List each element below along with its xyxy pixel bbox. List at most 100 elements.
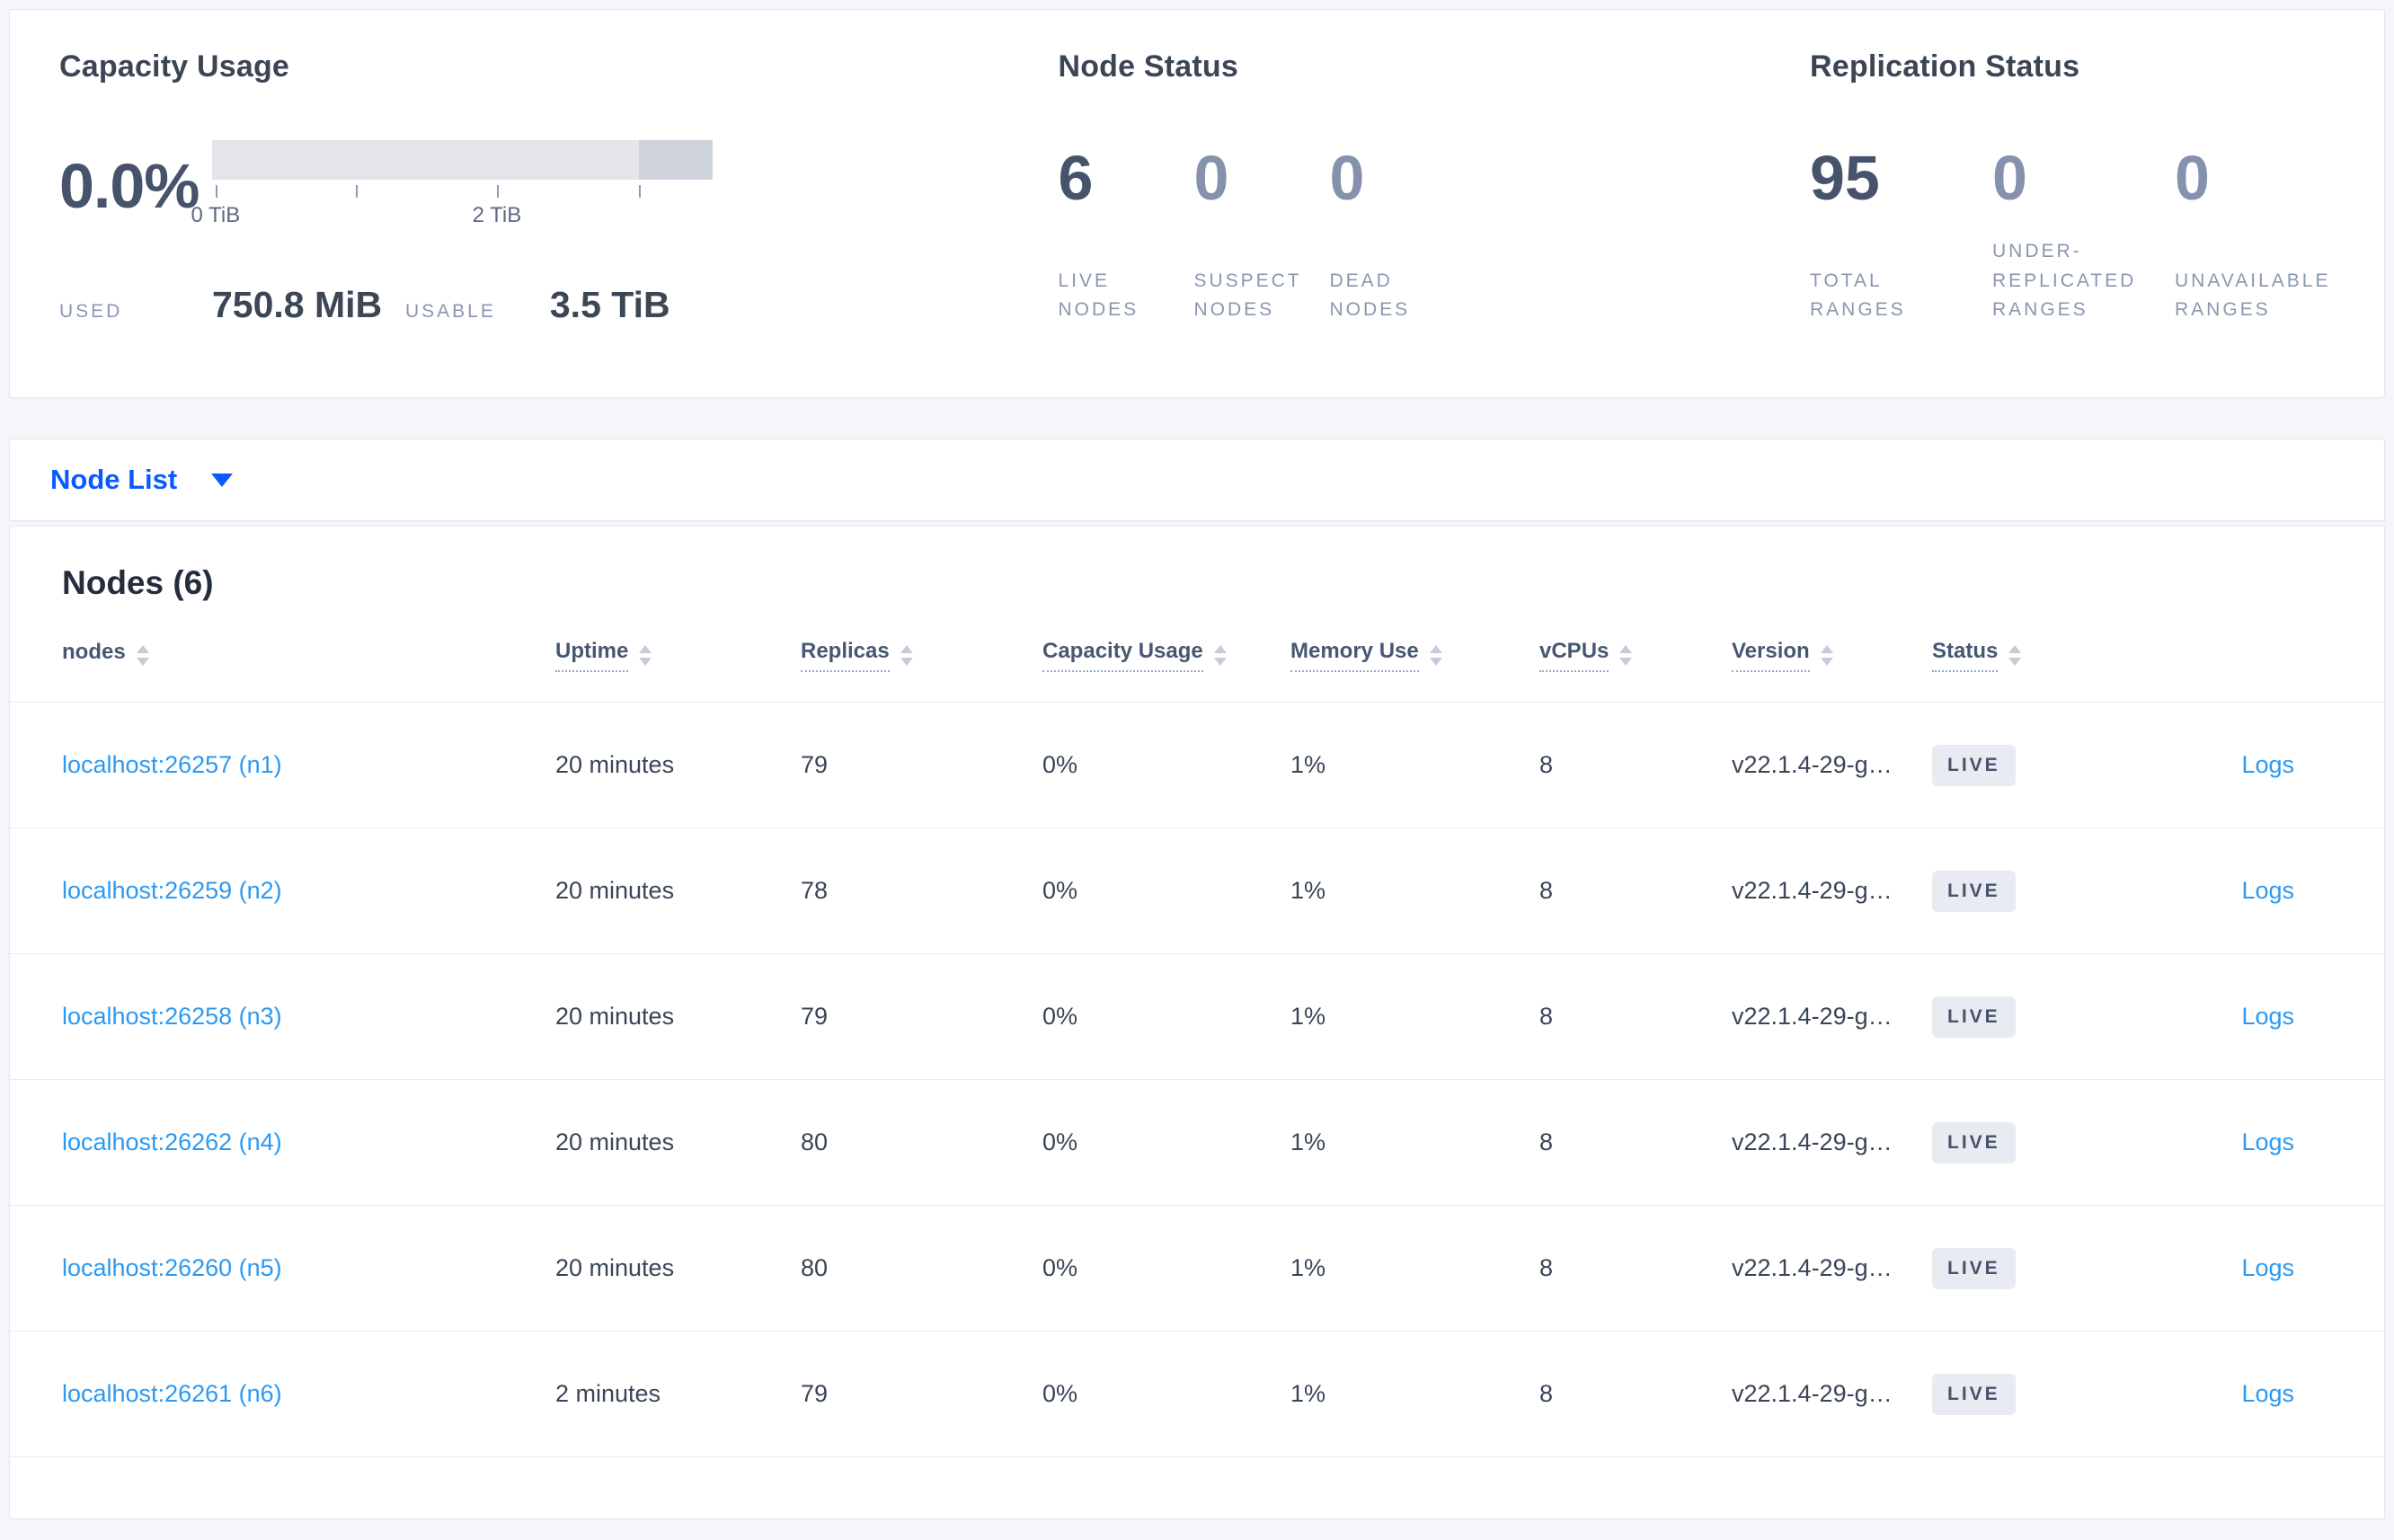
column-header-vcpus[interactable]: vCPUs [1539,639,1732,672]
sort-icon [639,645,652,666]
unavailable-ranges-value: 0 [2175,143,2210,213]
vcpus-cell: 8 [1539,1380,1554,1407]
axis-tick-3 [639,185,642,198]
capacity-cell: 0% [1042,1254,1078,1281]
axis-label-0tib: 0 TiB [191,203,241,227]
sort-icon [1820,645,1833,666]
node-link[interactable]: localhost:26260 (n5) [62,1254,282,1281]
vcpus-cell: 8 [1539,751,1554,778]
table-row: localhost:26262 (n4) 20 minutes 80 0% 1%… [10,1080,2384,1206]
dead-nodes-label: DEAD NODES [1329,270,1411,321]
capacity-percent: 0.0% [59,151,200,221]
node-link[interactable]: localhost:26261 (n6) [62,1380,282,1407]
node-list-dropdown[interactable]: Node List [50,464,234,496]
memory-cell: 1% [1290,1003,1326,1030]
memory-cell: 1% [1290,877,1326,904]
logs-link[interactable]: Logs [2241,877,2294,904]
column-header-memory-use-label: Memory Use [1290,639,1419,672]
table-row: localhost:26259 (n2) 20 minutes 78 0% 1%… [10,828,2384,954]
logs-link[interactable]: Logs [2241,751,2294,778]
column-header-nodes[interactable]: nodes [62,640,555,671]
table-row: localhost:26257 (n1) 20 minutes 79 0% 1%… [10,703,2384,828]
capacity-bar-chart: 0 TiB 2 TiB [191,140,713,232]
capacity-chart: 0.0% 0 TiB 2 TiB [59,140,1058,232]
memory-cell: 1% [1290,1380,1326,1407]
uptime-cell: 20 minutes [555,877,675,904]
replicas-cell: 78 [801,877,829,904]
uptime-cell: 20 minutes [555,751,675,778]
node-link[interactable]: localhost:26257 (n1) [62,751,282,778]
cluster-overview-page: { "summary": { "capacity": { "title": "C… [0,9,2394,1540]
column-header-replicas-label: Replicas [801,639,890,672]
chevron-down-icon [211,473,234,487]
capacity-cell: 0% [1042,1380,1078,1407]
node-link[interactable]: localhost:26262 (n4) [62,1128,282,1155]
version-cell: v22.1.4-29-g… [1732,877,1893,904]
vcpus-cell: 8 [1539,1003,1554,1030]
column-header-version-label: Version [1732,639,1810,672]
table-row: localhost:26260 (n5) 20 minutes 80 0% 1%… [10,1206,2384,1332]
logs-link[interactable]: Logs [2241,1254,2294,1281]
axis-tick-2 [496,185,499,198]
replicas-cell: 80 [801,1128,829,1155]
capacity-cell: 0% [1042,1128,1078,1155]
column-header-replicas[interactable]: Replicas [801,639,1042,672]
replicas-cell: 79 [801,1380,829,1407]
stat-total-ranges: 95 TOTAL RANGES [1810,137,1992,325]
axis-tick-1 [355,185,358,198]
usable-value: 3.5 TiB [549,284,670,325]
node-link[interactable]: localhost:26259 (n2) [62,877,282,904]
column-header-status[interactable]: Status [1932,639,2198,672]
column-header-capacity-usage[interactable]: Capacity Usage [1042,639,1290,672]
node-status-stats: 6 LIVE NODES 0 SUSPECT NODES 0 DEAD NODE… [1058,137,1810,325]
capacity-bar [212,140,713,180]
under-replicated-value: 0 [1992,143,2027,213]
version-cell: v22.1.4-29-g… [1732,1380,1893,1407]
sort-icon [1429,645,1442,666]
stat-dead-nodes: 0 DEAD NODES [1329,137,1465,325]
column-header-version[interactable]: Version [1732,639,1932,672]
capacity-cell: 0% [1042,1003,1078,1030]
status-badge: LIVE [1932,744,2016,786]
sort-icon [1619,645,1633,666]
dead-nodes-value: 0 [1329,143,1365,213]
node-link[interactable]: localhost:26258 (n3) [62,1003,282,1030]
status-badge: LIVE [1932,870,2016,912]
replication-status-section: Replication Status 95 TOTAL RANGES 0 UND… [1810,49,2357,397]
memory-cell: 1% [1290,1254,1326,1281]
stat-under-replicated-ranges: 0 UNDER-REPLICATED RANGES [1992,137,2175,325]
replicas-cell: 80 [801,1254,829,1281]
capacity-axis [212,185,713,199]
logs-link[interactable]: Logs [2241,1380,2294,1407]
axis-tick-0 [215,185,217,198]
sort-icon [1213,645,1227,666]
uptime-cell: 20 minutes [555,1128,675,1155]
total-ranges-value: 95 [1810,143,1880,213]
table-row: localhost:26261 (n6) 2 minutes 79 0% 1% … [10,1332,2384,1457]
replication-status-title: Replication Status [1810,49,2080,84]
live-nodes-label: LIVE NODES [1058,270,1139,321]
vcpus-cell: 8 [1539,877,1554,904]
column-header-vcpus-label: vCPUs [1539,639,1609,672]
version-cell: v22.1.4-29-g… [1732,1128,1893,1155]
total-ranges-label: TOTAL RANGES [1810,270,1906,321]
nodes-table: nodes Uptime Replicas Capacity Usage Mem… [10,609,2384,1457]
version-cell: v22.1.4-29-g… [1732,751,1893,778]
capacity-bar-dark-segment [639,140,713,180]
node-status-title: Node Status [1058,49,1238,84]
logs-link[interactable]: Logs [2241,1003,2294,1030]
version-cell: v22.1.4-29-g… [1732,1254,1893,1281]
vcpus-cell: 8 [1539,1254,1554,1281]
node-status-section: Node Status 6 LIVE NODES 0 SUSPECT NODES… [1058,49,1810,397]
sort-icon [900,645,913,666]
column-header-uptime[interactable]: Uptime [555,639,801,672]
column-header-memory-use[interactable]: Memory Use [1290,639,1539,672]
logs-link[interactable]: Logs [2241,1128,2294,1155]
column-header-nodes-label: nodes [62,640,126,664]
version-cell: v22.1.4-29-g… [1732,1003,1893,1030]
suspect-nodes-label: SUSPECT NODES [1193,270,1302,321]
table-row: localhost:26258 (n3) 20 minutes 79 0% 1%… [10,954,2384,1080]
unavailable-ranges-label: UNAVAILABLE RANGES [2175,270,2331,321]
status-badge: LIVE [1932,1247,2016,1289]
table-header-row: nodes Uptime Replicas Capacity Usage Mem… [10,609,2384,703]
